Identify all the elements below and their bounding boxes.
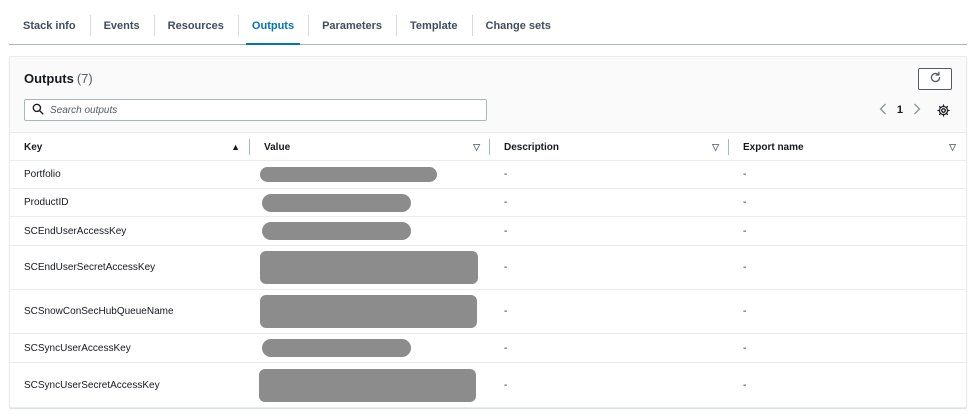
redacted-value: [262, 222, 411, 240]
sort-icon: ▽: [712, 141, 719, 152]
export-name-cell: -: [743, 380, 747, 391]
table-row: Portfolio - -: [10, 161, 966, 189]
table-row: SCEndUserAccessKey - -: [10, 217, 966, 246]
column-label: Description: [504, 141, 560, 153]
pagination: 1: [879, 101, 950, 119]
table-row: SCSnowConSecHubQueueName - -: [10, 290, 966, 334]
tab-parameters[interactable]: Parameters: [308, 7, 396, 44]
export-name-cell: -: [743, 306, 747, 317]
refresh-icon: [929, 71, 942, 87]
column-header-export-name[interactable]: Export name ▽: [729, 133, 966, 161]
key-cell: SCSnowConSecHubQueueName: [24, 306, 174, 317]
stack-tabs: Stack info Events Resources Outputs Para…: [9, 7, 967, 45]
refresh-button[interactable]: [918, 68, 952, 90]
description-cell: -: [504, 380, 508, 391]
key-cell: SCEndUserSecretAccessKey: [24, 262, 156, 273]
description-cell: -: [504, 262, 508, 273]
outputs-panel: Outputs(7) 1: [9, 56, 967, 408]
key-cell: SCSyncUserSecretAccessKey: [24, 380, 160, 391]
key-cell: ProductID: [24, 197, 69, 208]
redacted-value: [260, 167, 437, 182]
export-name-cell: -: [743, 225, 747, 237]
panel-header: Outputs(7) 1: [10, 57, 966, 133]
search-icon: [32, 103, 44, 118]
key-cell: SCEndUserAccessKey: [24, 225, 127, 237]
search-box: [24, 99, 487, 121]
key-cell: SCSyncUserAccessKey: [24, 342, 131, 354]
tab-change-sets[interactable]: Change sets: [471, 7, 565, 44]
export-name-cell: -: [743, 342, 747, 354]
description-cell: -: [504, 225, 508, 237]
panel-title-text: Outputs: [24, 71, 74, 86]
tab-outputs[interactable]: Outputs: [237, 7, 308, 45]
description-cell: -: [504, 169, 508, 180]
column-header-description[interactable]: Description ▽: [490, 133, 729, 161]
description-cell: -: [504, 306, 508, 317]
key-cell: Portfolio: [24, 169, 61, 180]
table-row: SCEndUserSecretAccessKey - -: [10, 246, 966, 290]
gear-icon[interactable]: [937, 103, 950, 117]
tab-template[interactable]: Template: [396, 7, 471, 44]
table-header: Key ▲ Value ▽ Description ▽ Export name …: [10, 133, 966, 161]
column-header-value[interactable]: Value ▽: [250, 133, 490, 161]
outputs-count: (7): [76, 71, 93, 86]
table-row: SCSyncUserSecretAccessKey - -: [10, 363, 966, 407]
table-row: ProductID - -: [10, 189, 966, 217]
tab-events[interactable]: Events: [89, 7, 154, 44]
column-header-key[interactable]: Key ▲: [10, 133, 250, 161]
column-label: Key: [24, 141, 43, 153]
search-input[interactable]: [50, 104, 470, 116]
redacted-value: [260, 251, 478, 284]
redacted-value: [262, 193, 411, 212]
column-label: Export name: [743, 141, 804, 153]
redacted-value: [262, 339, 411, 357]
tab-stack-info[interactable]: Stack info: [9, 7, 90, 44]
sort-icon: ▽: [473, 141, 480, 152]
description-cell: -: [504, 197, 508, 208]
panel-title: Outputs (7): [24, 71, 93, 86]
export-name-cell: -: [743, 169, 747, 180]
column-label: Value: [264, 141, 291, 153]
description-cell: -: [504, 342, 508, 354]
chevron-left-icon[interactable]: [879, 103, 887, 118]
table-row: SCSyncUserAccessKey - -: [10, 334, 966, 363]
chevron-right-icon[interactable]: [913, 103, 921, 118]
sort-ascending-icon: ▲: [231, 142, 240, 152]
tab-resources[interactable]: Resources: [153, 7, 238, 44]
redacted-value: [260, 295, 477, 328]
export-name-cell: -: [743, 262, 747, 273]
page-number[interactable]: 1: [897, 104, 903, 116]
export-name-cell: -: [743, 197, 747, 208]
redacted-value: [259, 369, 476, 402]
sort-icon: ▽: [949, 141, 956, 152]
